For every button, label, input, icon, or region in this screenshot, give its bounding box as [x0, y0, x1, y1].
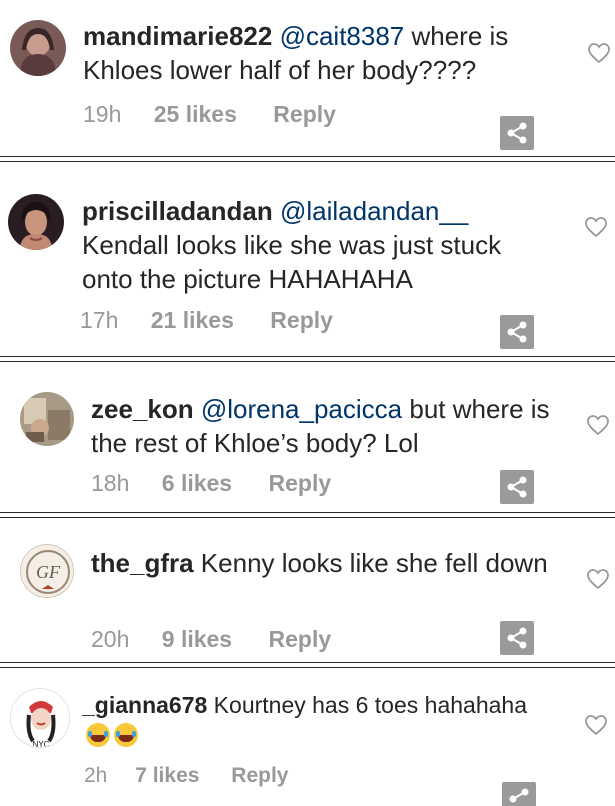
reply-button[interactable]: Reply: [273, 101, 336, 128]
comment-text: the_gfra Kenny looks like she fell down: [91, 546, 561, 580]
share-icon[interactable]: [500, 315, 534, 349]
heart-outline-icon[interactable]: [587, 42, 611, 64]
reply-button[interactable]: Reply: [269, 626, 332, 653]
comment-likes[interactable]: 25 likes: [154, 101, 237, 128]
comment-item: GF the_gfra Kenny looks like she fell do…: [0, 518, 615, 664]
comment-text: priscilladandan @lailadandan__ Kendall l…: [82, 194, 552, 296]
comment-text: _gianna678 Kourtney has 6 toes hahahaha: [82, 690, 552, 750]
comment-mention[interactable]: @cait8387: [280, 21, 405, 51]
reply-button[interactable]: Reply: [270, 307, 333, 334]
comment-meta: 20h 9 likes Reply: [91, 626, 331, 653]
heart-outline-icon[interactable]: [586, 568, 610, 590]
comment-body: Kenny looks like she fell down: [193, 548, 548, 578]
comment-username[interactable]: priscilladandan: [82, 196, 273, 226]
comment-username[interactable]: the_gfra: [91, 548, 194, 578]
comment-text: zee_kon @lorena_pacicca but where is the…: [91, 392, 561, 460]
comment-likes[interactable]: 21 likes: [151, 307, 234, 334]
comment-item: zee_kon @lorena_pacicca but where is the…: [0, 362, 615, 512]
comment-item: mandimarie822 @cait8387 where is Khloes …: [0, 0, 615, 158]
comment-body: Kendall looks like she was just stuck on…: [82, 230, 502, 294]
svg-text:GF: GF: [36, 562, 61, 582]
avatar[interactable]: [8, 194, 64, 250]
comment-likes[interactable]: 9 likes: [162, 626, 232, 653]
reply-button[interactable]: Reply: [231, 764, 288, 788]
heart-outline-icon[interactable]: [586, 414, 610, 436]
comment-likes[interactable]: 6 likes: [162, 470, 232, 497]
comment-mention[interactable]: @lorena_pacicca: [201, 394, 402, 424]
share-icon[interactable]: [500, 470, 534, 504]
comment-item: NYC _gianna678 Kourtney has 6 toes hahah…: [0, 668, 615, 806]
svg-text:NYC: NYC: [33, 740, 50, 748]
heart-outline-icon[interactable]: [584, 714, 608, 736]
comment-meta: 19h 25 likes Reply: [83, 101, 336, 128]
comment-body: Kourtney has 6 toes hahahaha: [207, 692, 527, 718]
reply-button[interactable]: Reply: [269, 470, 332, 497]
share-icon[interactable]: [502, 782, 536, 806]
share-icon[interactable]: [500, 116, 534, 150]
comment-time: 18h: [91, 470, 130, 496]
comment-time: 2h: [84, 764, 108, 787]
comment-meta: 2h 7 likes Reply: [84, 764, 288, 788]
laughing-emoji-icon: [114, 723, 138, 747]
avatar[interactable]: NYC: [10, 688, 70, 748]
avatar[interactable]: [20, 392, 74, 446]
comment-time: 19h: [83, 101, 122, 127]
comment-time: 17h: [80, 307, 119, 333]
comment-username[interactable]: zee_kon: [91, 394, 194, 424]
comment-meta: 18h 6 likes Reply: [91, 470, 331, 497]
comment-username[interactable]: mandimarie822: [83, 21, 272, 51]
comment-mention[interactable]: @lailadandan__: [280, 196, 468, 226]
avatar[interactable]: GF: [20, 544, 74, 598]
comment-meta: 17h 21 likes Reply: [80, 307, 333, 334]
comment-item: priscilladandan @lailadandan__ Kendall l…: [0, 162, 615, 358]
laughing-emoji-icon: [86, 723, 110, 747]
share-icon[interactable]: [500, 621, 534, 655]
comment-text: mandimarie822 @cait8387 where is Khloes …: [83, 19, 553, 87]
comment-time: 20h: [91, 626, 130, 652]
avatar[interactable]: [10, 20, 66, 76]
heart-outline-icon[interactable]: [584, 216, 608, 238]
comment-likes[interactable]: 7 likes: [135, 764, 199, 788]
comment-username[interactable]: _gianna678: [82, 692, 207, 718]
